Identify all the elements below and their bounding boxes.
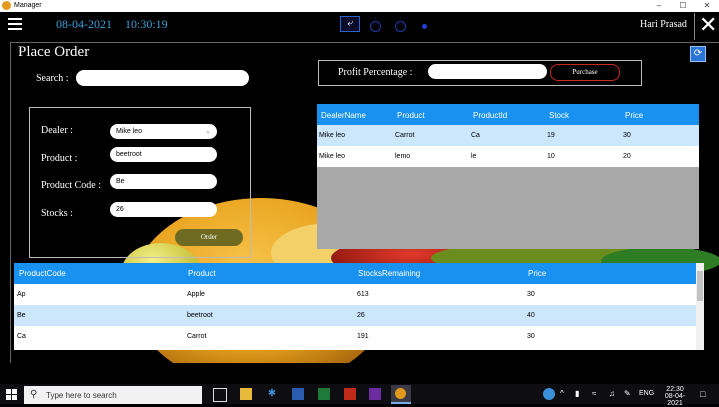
volume-icon[interactable]: ♫ bbox=[609, 389, 615, 398]
task-view-icon[interactable] bbox=[213, 388, 227, 402]
dealer-value: Mike leo bbox=[116, 128, 143, 135]
product-code-input[interactable]: Be bbox=[110, 174, 217, 189]
page-dot-2[interactable] bbox=[395, 21, 406, 32]
profit-input[interactable] bbox=[428, 64, 547, 79]
scrollbar-thumb[interactable] bbox=[697, 271, 703, 301]
table-cell: le bbox=[471, 153, 477, 160]
maximize-icon[interactable]: ☐ bbox=[672, 0, 694, 12]
taskbar-search-input[interactable]: ⚲ Type here to search bbox=[24, 386, 202, 404]
table-cell: Ap bbox=[17, 291, 26, 298]
table-cell: lemo bbox=[395, 153, 411, 160]
table-row[interactable]: Ca Carrot 191 30 bbox=[14, 326, 696, 347]
header-divider bbox=[694, 13, 695, 40]
search-input[interactable] bbox=[76, 70, 249, 86]
dealer-col-header[interactable]: Stock bbox=[549, 111, 569, 120]
manager-app-icon bbox=[395, 388, 406, 399]
visual-studio-icon[interactable] bbox=[369, 388, 381, 400]
taskbar-search-placeholder: Type here to search bbox=[46, 391, 117, 400]
page-dot-1[interactable] bbox=[370, 21, 381, 32]
notification-icon[interactable]: □ bbox=[700, 389, 705, 399]
purchase-button[interactable]: Purchase bbox=[550, 64, 620, 81]
excel-icon[interactable] bbox=[318, 388, 330, 400]
table-row[interactable]: Mike leo lemo le 10 20 bbox=[317, 146, 699, 167]
dealer-label: Dealer : bbox=[41, 125, 73, 136]
product-input[interactable]: beetroot bbox=[110, 147, 217, 162]
table-cell: 30 bbox=[527, 333, 535, 340]
table-cell: Mike leo bbox=[319, 153, 346, 160]
header-date: 08-04-2021 bbox=[56, 17, 112, 31]
stock-col-header[interactable]: ProductCode bbox=[19, 269, 66, 278]
menu-icon[interactable] bbox=[8, 18, 22, 30]
order-button[interactable]: Order bbox=[175, 229, 243, 246]
page-dot-active[interactable] bbox=[422, 24, 427, 29]
table-row[interactable]: Mike leo Carrot Ca 19 30 bbox=[317, 125, 699, 146]
table-cell: Ca bbox=[471, 132, 480, 139]
table-row[interactable]: Be beetroot 26 40 bbox=[14, 305, 696, 326]
battery-icon[interactable]: ▮ bbox=[575, 389, 579, 398]
table-cell: 20 bbox=[623, 153, 631, 160]
file-explorer-icon[interactable] bbox=[240, 388, 252, 400]
table-cell: Ca bbox=[17, 333, 26, 340]
back-arrow-icon[interactable]: ⤶ bbox=[340, 16, 360, 32]
table-cell: Carrot bbox=[187, 333, 207, 340]
stock-grid: ProductCode Product StocksRemaining Pric… bbox=[14, 263, 704, 350]
stocks-input[interactable]: 26 bbox=[110, 202, 217, 217]
edge-icon[interactable] bbox=[543, 388, 555, 400]
product-code-label: Product Code : bbox=[41, 180, 101, 191]
header-time: 10:30:19 bbox=[125, 17, 168, 31]
user-name: Hari Prasad bbox=[640, 19, 687, 30]
windows-start-icon[interactable] bbox=[6, 388, 18, 400]
app-close-icon[interactable]: ✕ bbox=[699, 13, 717, 39]
clock-date: 08-04-2021 bbox=[664, 393, 686, 407]
table-cell: 613 bbox=[357, 291, 369, 298]
app-icon bbox=[2, 1, 11, 10]
window-close-icon[interactable]: ✕ bbox=[696, 0, 718, 12]
table-cell: Apple bbox=[187, 291, 205, 298]
table-cell: 19 bbox=[547, 132, 555, 139]
stock-col-header[interactable]: StocksRemaining bbox=[358, 269, 420, 278]
pen-icon[interactable]: ✎ bbox=[624, 389, 631, 398]
table-cell: 30 bbox=[527, 291, 535, 298]
wifi-icon[interactable]: ≈ bbox=[592, 389, 596, 398]
table-cell: Carrot bbox=[395, 132, 415, 139]
dealer-grid-header: DealerName Product ProductId Stock Price bbox=[317, 104, 699, 125]
minimize-icon[interactable]: – bbox=[648, 0, 670, 12]
manager-app-taskbar-button[interactable] bbox=[391, 385, 411, 404]
table-cell: 40 bbox=[527, 312, 535, 319]
stocks-label: Stocks : bbox=[41, 208, 73, 219]
stock-col-header[interactable]: Price bbox=[528, 269, 546, 278]
window-title: Manager bbox=[14, 2, 42, 9]
chevron-down-icon: ⌄ bbox=[205, 128, 211, 135]
dealer-grid: DealerName Product ProductId Stock Price… bbox=[317, 104, 699, 249]
chevron-up-icon[interactable]: ^ bbox=[560, 389, 564, 398]
dealer-select[interactable]: Mike leo ⌄ bbox=[110, 124, 217, 139]
table-cell: 191 bbox=[357, 333, 369, 340]
stock-grid-header: ProductCode Product StocksRemaining Pric… bbox=[14, 263, 696, 284]
search-label: Search : bbox=[36, 73, 69, 84]
table-cell: Be bbox=[17, 312, 26, 319]
table-cell: 10 bbox=[547, 153, 555, 160]
table-cell: 30 bbox=[623, 132, 631, 139]
stock-col-header[interactable]: Product bbox=[188, 269, 216, 278]
dealer-col-header[interactable]: Product bbox=[397, 111, 425, 120]
dealer-col-header[interactable]: ProductId bbox=[473, 111, 507, 120]
language-indicator[interactable]: ENG bbox=[639, 390, 654, 397]
table-row[interactable]: Ap Apple 613 30 bbox=[14, 284, 696, 305]
bluetooth-icon[interactable]: ✱ bbox=[266, 388, 278, 400]
search-icon: ⚲ bbox=[30, 389, 38, 400]
profit-label: Profit Percentage : bbox=[338, 67, 413, 78]
table-cell: Mike leo bbox=[319, 132, 346, 139]
clock-time: 22:30 bbox=[666, 386, 684, 393]
pdf-reader-icon[interactable] bbox=[344, 388, 356, 400]
refresh-icon[interactable]: ⟳ bbox=[690, 46, 706, 62]
product-label: Product : bbox=[41, 153, 78, 164]
dealer-col-header[interactable]: Price bbox=[625, 111, 643, 120]
dealer-col-header[interactable]: DealerName bbox=[321, 111, 366, 120]
word-icon[interactable] bbox=[292, 388, 304, 400]
vertical-scrollbar[interactable] bbox=[696, 263, 704, 350]
page-title: Place Order bbox=[18, 44, 90, 60]
table-cell: beetroot bbox=[187, 312, 213, 319]
table-cell: 26 bbox=[357, 312, 365, 319]
